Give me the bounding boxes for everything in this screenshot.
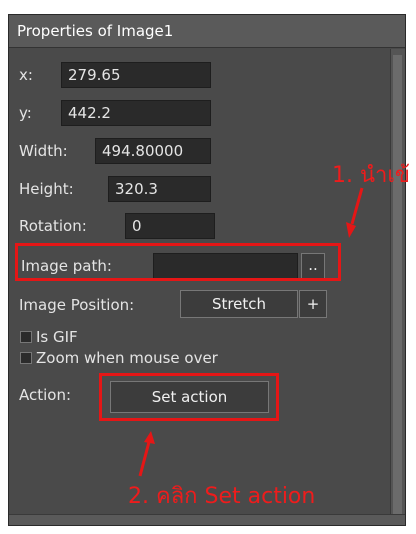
arrow-icon xyxy=(346,187,364,238)
step2-annotation: 2. คลิก Set action xyxy=(128,484,316,509)
arrow-icon xyxy=(138,431,155,477)
annotation-arrows xyxy=(138,187,364,477)
step1-annotation: 1. นำเข้ xyxy=(332,163,410,188)
